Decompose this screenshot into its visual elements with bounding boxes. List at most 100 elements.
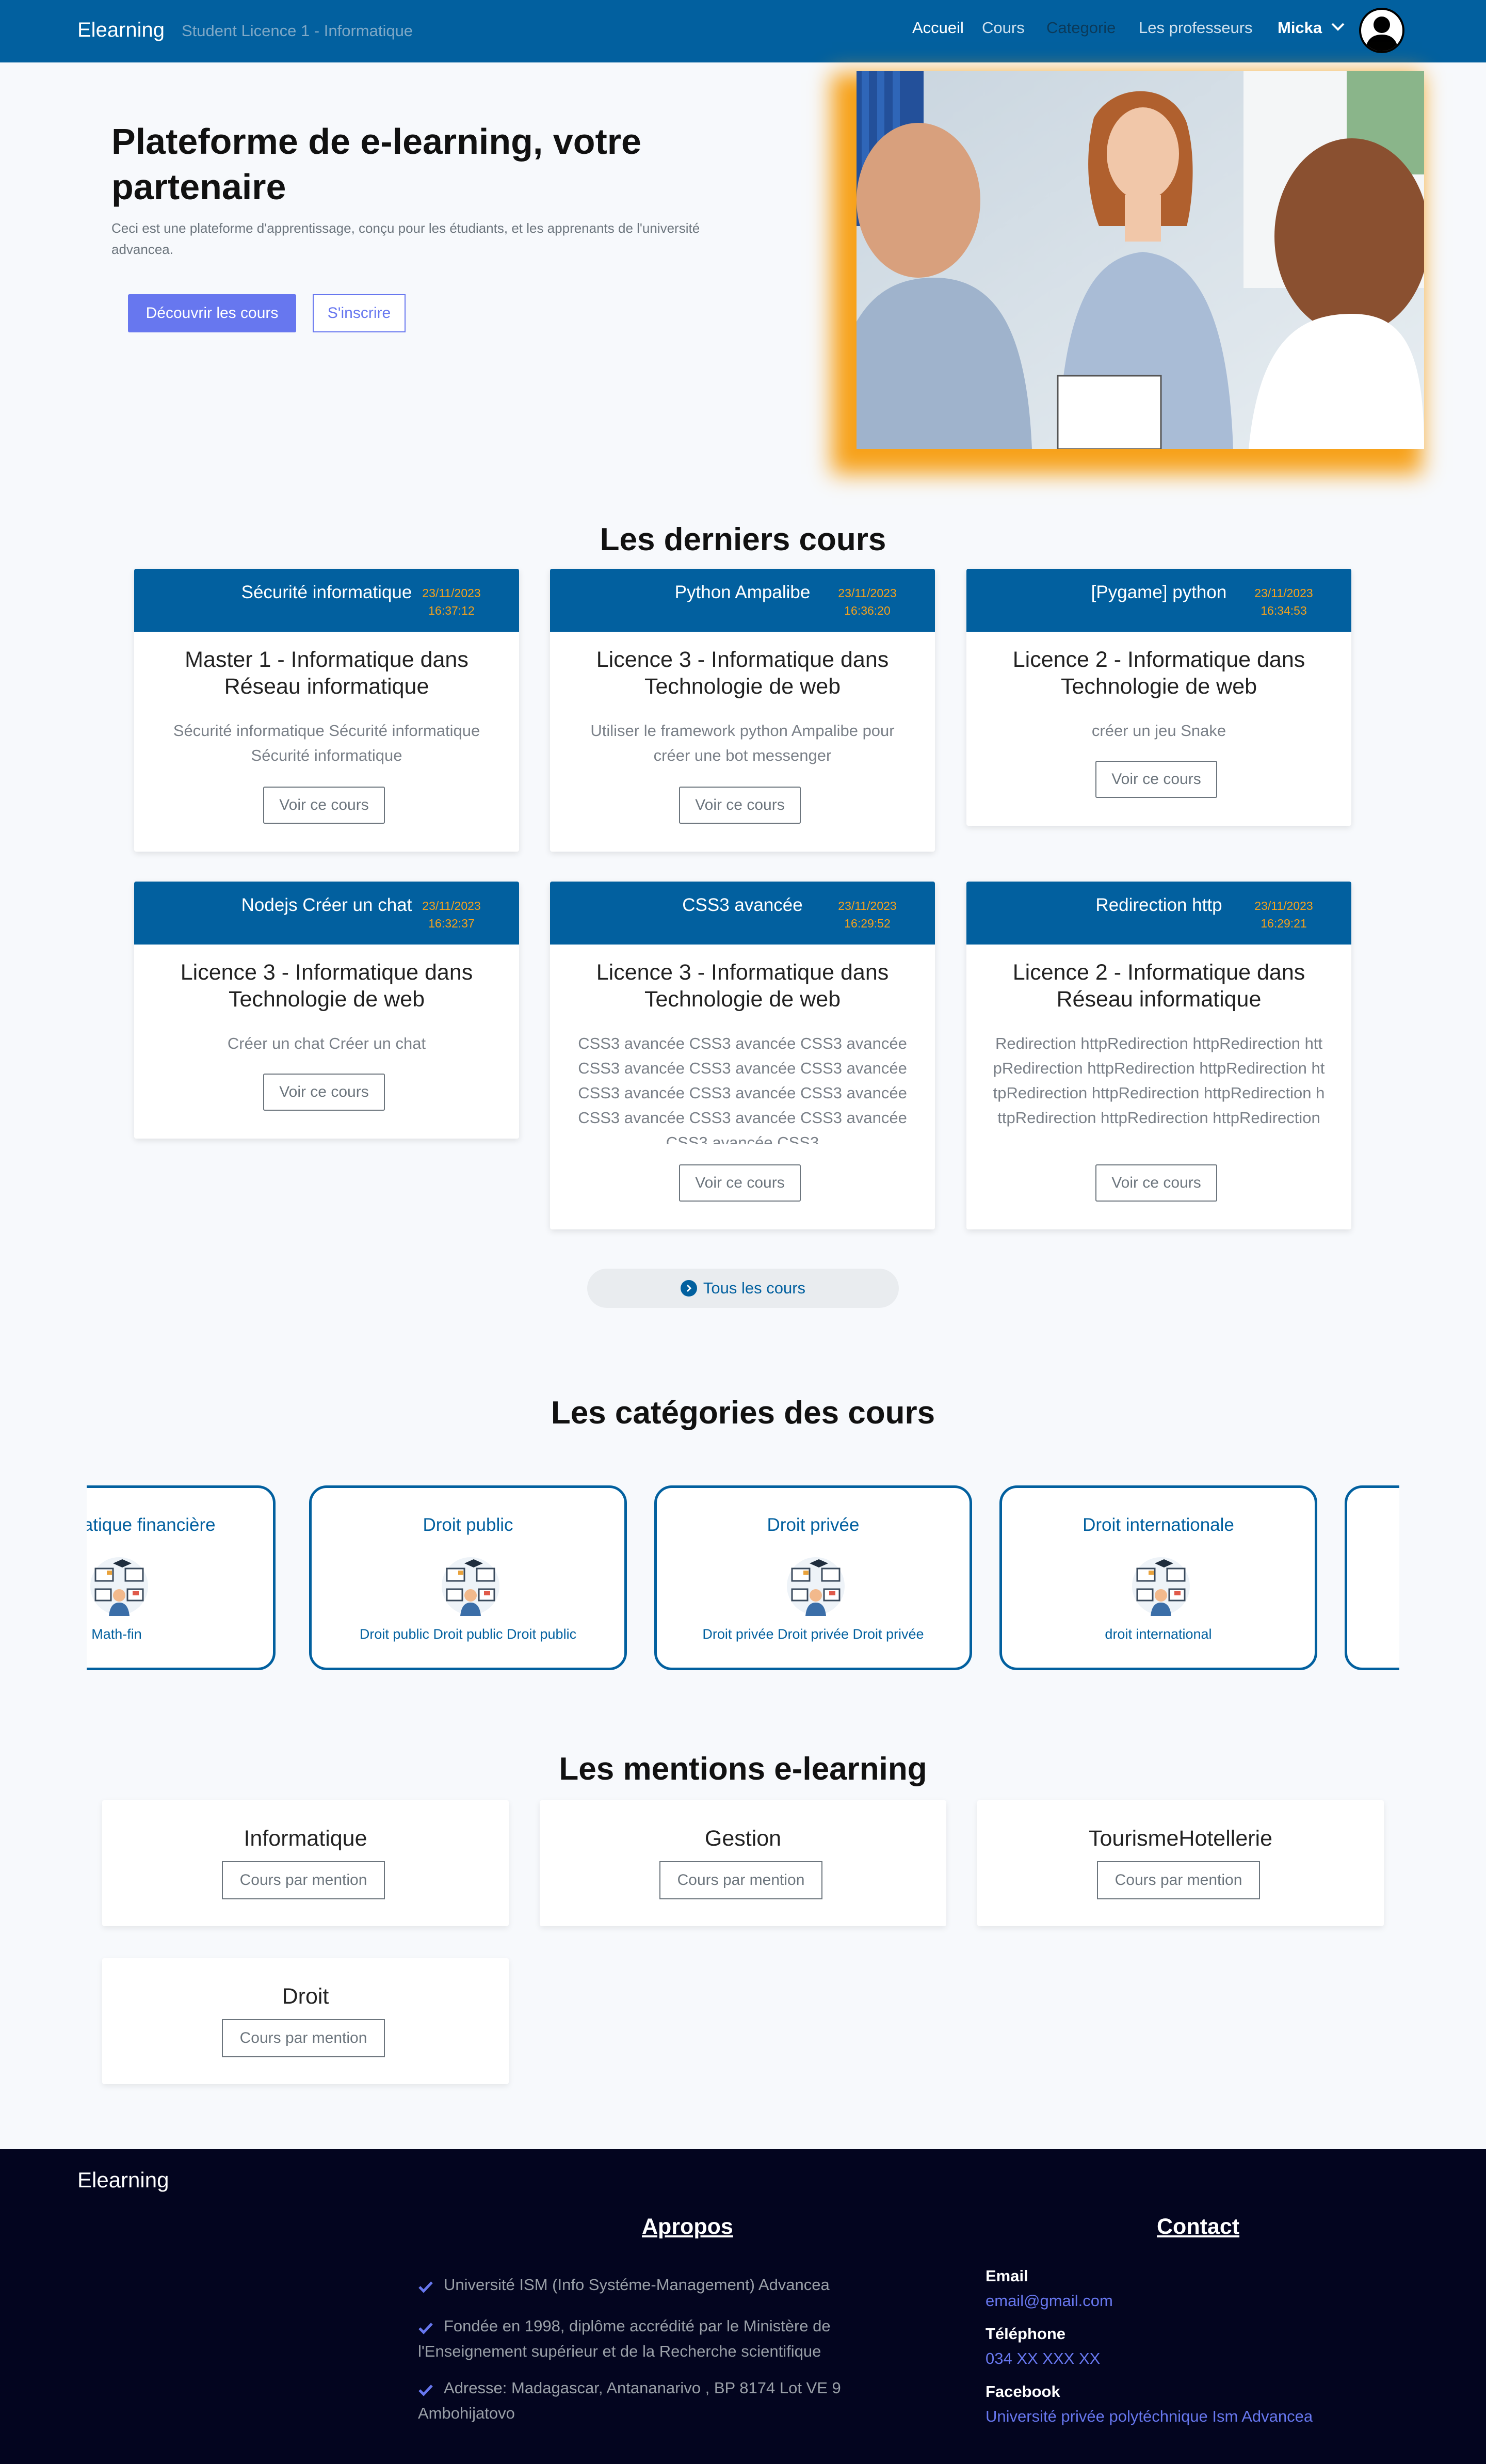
category-card-partial[interactable] xyxy=(1345,1485,1399,1670)
chevron-down-icon[interactable] xyxy=(1330,21,1346,33)
about-item: Adresse: Madagascar, Antananarivo , BP 8… xyxy=(418,2379,841,2422)
mention-name: Informatique xyxy=(244,1826,367,1851)
category-name: Droit public xyxy=(423,1515,513,1535)
course-card: Python Ampalibe 23/11/2023 16:36:20 Licen… xyxy=(550,569,935,852)
category-illustration xyxy=(442,1557,499,1616)
course-description: créer un jeu Snake xyxy=(1091,722,1226,740)
course-card-header: Redirection http 23/11/2023 16:29:21 xyxy=(966,882,1351,945)
user-avatar-icon[interactable] xyxy=(1359,8,1404,53)
category-card[interactable]: Droit public Droit public Droit public D… xyxy=(309,1485,627,1670)
about-title: Apropos xyxy=(642,2214,733,2239)
navbar-brand[interactable]: Elearning xyxy=(77,19,165,42)
footer: Elearning Apropos Université ISM (Info S… xyxy=(0,2149,1486,2464)
email-link[interactable]: email@gmail.com xyxy=(986,2292,1113,2310)
mention-name: Gestion xyxy=(704,1826,782,1851)
category-description: Droit privée Droit privée Droit privée xyxy=(702,1626,924,1642)
course-date-day: 23/11/2023 xyxy=(1254,899,1313,913)
user-menu[interactable]: Micka xyxy=(1278,19,1322,37)
course-level: Licence 2 - Informatique dans Réseau inf… xyxy=(1012,960,1305,1012)
footer-brand[interactable]: Elearning xyxy=(77,2168,169,2193)
course-date-day: 23/11/2023 xyxy=(1254,586,1313,600)
mention-card: Informatique Cours par mention xyxy=(102,1800,509,1926)
course-level: Licence 3 - Informatique dans Technologi… xyxy=(596,960,889,1012)
course-date: 23/11/2023 16:32:37 xyxy=(413,897,490,932)
contact-title: Contact xyxy=(1157,2214,1240,2239)
category-name: Droit privée xyxy=(767,1515,860,1535)
view-course-button[interactable]: Voir ce cours xyxy=(679,1164,801,1202)
arrow-circle-right-icon xyxy=(680,1280,697,1297)
discover-courses-button[interactable]: Découvrir les cours xyxy=(128,294,296,332)
view-course-button[interactable]: Voir ce cours xyxy=(263,1074,385,1111)
view-course-button[interactable]: Voir ce cours xyxy=(1095,761,1217,798)
all-courses-label: Tous les cours xyxy=(703,1279,806,1297)
course-card-header: [Pygame] python 23/11/2023 16:34:53 xyxy=(966,569,1351,632)
course-date-time: 16:32:37 xyxy=(428,917,475,930)
view-course-button[interactable]: Voir ce cours xyxy=(1095,1164,1217,1202)
course-date: 23/11/2023 16:34:53 xyxy=(1245,584,1322,619)
course-card-header: Nodejs Créer un chat 23/11/2023 16:32:37 xyxy=(134,882,519,945)
nav-link-cours[interactable]: Cours xyxy=(982,19,1025,37)
all-courses-button[interactable]: Tous les cours xyxy=(587,1269,899,1308)
register-button[interactable]: S'inscrire xyxy=(313,294,406,332)
course-card: Sécurité informatique 23/11/2023 16:37:12… xyxy=(134,569,519,852)
categories-carousel[interactable]: Mathématique financière Math-fin Droit p… xyxy=(87,1481,1399,1677)
course-card-header: Sécurité informatique 23/11/2023 16:37:12 xyxy=(134,569,519,632)
check-icon xyxy=(418,2281,433,2293)
course-description: CSS3 avancée CSS3 avancée CSS3 avancée C… xyxy=(578,1034,907,1144)
mention-card: TourismeHotellerie Cours par mention xyxy=(977,1800,1384,1926)
category-description: Math-fin xyxy=(91,1626,142,1642)
course-date: 23/11/2023 16:29:52 xyxy=(829,897,906,932)
course-level: Licence 3 - Informatique dans Technologi… xyxy=(180,960,473,1012)
nav-link-accueil[interactable]: Accueil xyxy=(912,19,964,37)
course-level: Licence 3 - Informatique dans Technologi… xyxy=(596,647,889,699)
mentions-title: Les mentions e-learning xyxy=(559,1751,927,1787)
category-description: Droit public Droit public Droit public xyxy=(359,1626,577,1642)
view-course-button[interactable]: Voir ce cours xyxy=(679,787,801,824)
category-card[interactable]: Droit internationale droit international xyxy=(999,1485,1317,1670)
facebook-label: Facebook xyxy=(986,2382,1060,2401)
courses-by-mention-button[interactable]: Cours par mention xyxy=(222,1861,385,1899)
view-course-button[interactable]: Voir ce cours xyxy=(263,787,385,824)
course-date-time: 16:29:21 xyxy=(1261,917,1307,930)
courses-by-mention-button[interactable]: Cours par mention xyxy=(222,2019,385,2057)
category-card[interactable]: Mathématique financière Math-fin xyxy=(87,1485,276,1670)
course-card: Nodejs Créer un chat 23/11/2023 16:32:37 … xyxy=(134,882,519,1139)
course-description: Créer un chat Créer un chat xyxy=(227,1034,426,1052)
course-date: 23/11/2023 16:37:12 xyxy=(413,584,490,619)
nav-link-professeurs[interactable]: Les professeurs xyxy=(1139,19,1253,37)
course-date: 23/11/2023 16:36:20 xyxy=(829,584,906,619)
navbar: Elearning Student Licence 1 - Informatiq… xyxy=(0,0,1486,62)
courses-by-mention-button[interactable]: Cours par mention xyxy=(1097,1861,1260,1899)
hero-description: Ceci est une plateforme d'apprentissage,… xyxy=(111,220,700,257)
course-card-header: Python Ampalibe 23/11/2023 16:36:20 xyxy=(550,569,935,632)
category-illustration xyxy=(787,1557,845,1616)
mention-card: Droit Cours par mention xyxy=(102,1958,509,2084)
course-date-time: 16:37:12 xyxy=(428,604,475,617)
course-date-time: 16:34:53 xyxy=(1261,604,1307,617)
category-name: Droit internationale xyxy=(1083,1515,1234,1535)
categories-title: Les catégories des cours xyxy=(551,1395,935,1431)
about-item: Université ISM (Info Systéme-Management)… xyxy=(444,2276,830,2294)
category-name: Mathématique financière xyxy=(87,1515,216,1535)
course-description: Utiliser le framework python Ampalibe po… xyxy=(590,722,895,764)
phone-link[interactable]: 034 XX XXX XX xyxy=(986,2349,1100,2368)
category-card[interactable]: Droit privée Droit privée Droit privée D… xyxy=(654,1485,972,1670)
course-date-day: 23/11/2023 xyxy=(422,586,481,600)
latest-courses-title: Les derniers cours xyxy=(600,522,886,557)
phone-label: Téléphone xyxy=(986,2325,1066,2343)
facebook-link[interactable]: Université privée polytéchnique Ism Adva… xyxy=(986,2407,1313,2426)
course-date: 23/11/2023 16:29:21 xyxy=(1245,897,1322,932)
course-card-header: CSS3 avancée 23/11/2023 16:29:52 xyxy=(550,882,935,945)
nav-link-categorie[interactable]: Categorie xyxy=(1046,19,1116,37)
about-item: Fondée en 1998, diplôme accrédité par le… xyxy=(418,2317,831,2360)
course-description: Redirection httpRedirection httpRedirect… xyxy=(993,1034,1325,1127)
course-date-time: 16:36:20 xyxy=(844,604,891,617)
navbar-subtitle: Student Licence 1 - Informatique xyxy=(182,22,413,40)
category-illustration xyxy=(90,1557,148,1616)
course-card: Redirection http 23/11/2023 16:29:21 Lice… xyxy=(966,882,1351,1229)
course-date-day: 23/11/2023 xyxy=(838,899,897,913)
mention-name: Droit xyxy=(282,1984,329,2009)
courses-by-mention-button[interactable]: Cours par mention xyxy=(659,1861,822,1899)
mention-name: TourismeHotellerie xyxy=(1088,1826,1273,1851)
mention-card: Gestion Cours par mention xyxy=(540,1800,946,1926)
